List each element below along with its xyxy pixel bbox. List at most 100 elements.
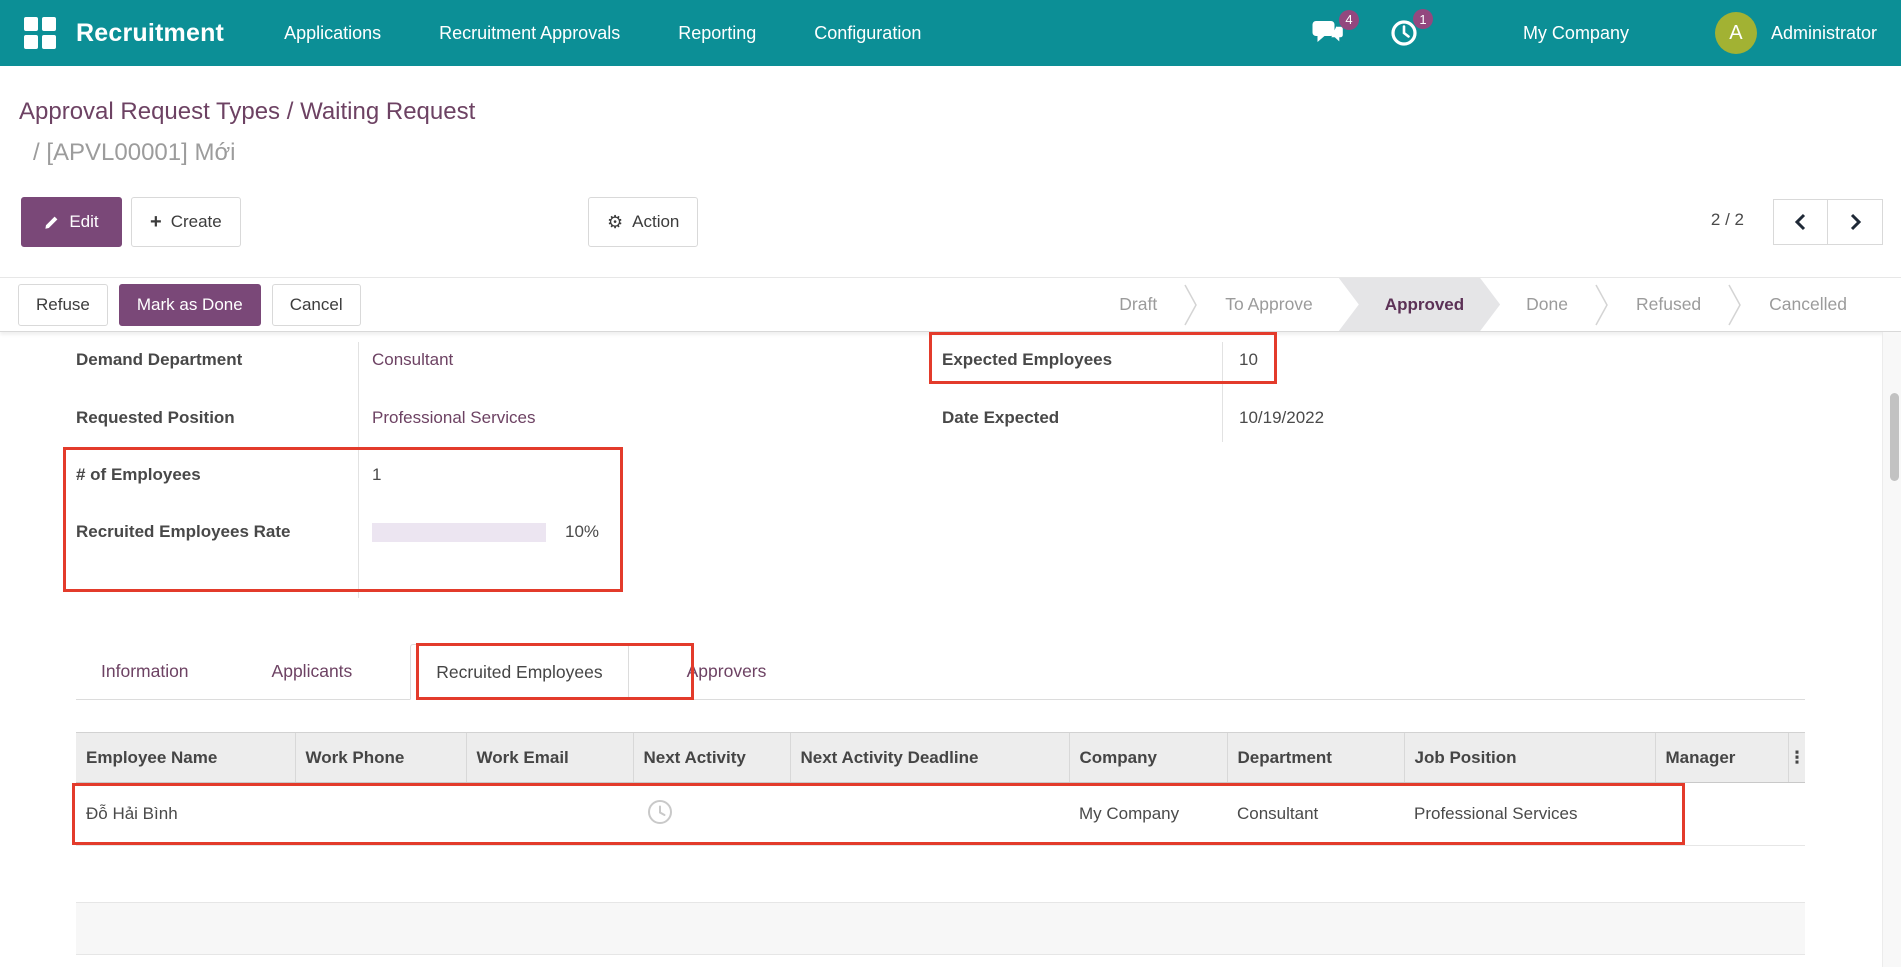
stage-to-approve[interactable]: To Approve xyxy=(1199,294,1339,315)
recruited-rate-progress: 10% xyxy=(372,514,599,550)
pager-previous-button[interactable] xyxy=(1773,199,1828,245)
pager-value[interactable]: 2 / 2 xyxy=(1711,210,1744,230)
expected-employees-value: 10 xyxy=(1239,342,1258,378)
chevron-left-icon xyxy=(1794,213,1807,231)
cell-employee-name: Đỗ Hải Bình xyxy=(76,783,295,846)
demand-department-value[interactable]: Consultant xyxy=(372,342,453,378)
pager xyxy=(1773,199,1883,245)
column-job-position[interactable]: Job Position xyxy=(1404,733,1655,783)
statusbar-buttons: Refuse Mark as Done Cancel xyxy=(18,284,361,326)
stage-done[interactable]: Done xyxy=(1500,294,1594,315)
column-next-activity[interactable]: Next Activity xyxy=(633,733,790,783)
top-navbar: Recruitment Applications Recruitment App… xyxy=(0,0,1901,66)
menu-applications[interactable]: Applications xyxy=(284,23,381,44)
create-button[interactable]: + Create xyxy=(131,197,241,247)
field-recruited-employees-rate: Recruited Employees Rate 10% xyxy=(76,514,599,550)
tab-approvers[interactable]: Approvers xyxy=(662,644,792,699)
messages-count-badge: 4 xyxy=(1339,10,1359,30)
user-name: Administrator xyxy=(1771,23,1877,44)
navbar-right: 4 1 My Company A Administrator xyxy=(1268,12,1877,54)
column-work-email[interactable]: Work Email xyxy=(466,733,633,783)
edit-button[interactable]: Edit xyxy=(21,197,122,247)
breadcrumb-waiting-request[interactable]: Waiting Request xyxy=(300,98,475,125)
statusbar: Refuse Mark as Done Cancel Draft To Appr… xyxy=(0,277,1901,332)
optional-columns-toggle-icon[interactable]: ⋮ xyxy=(1788,733,1805,783)
field-label: Expected Employees xyxy=(942,342,1177,378)
app-brand: Recruitment xyxy=(76,19,224,48)
messages-button[interactable]: 4 xyxy=(1312,19,1345,48)
field-requested-position: Requested Position Professional Services xyxy=(76,400,535,436)
recruited-rate-value: 10% xyxy=(565,514,599,550)
cell-job-position: Professional Services xyxy=(1404,783,1655,846)
date-expected-value: 10/19/2022 xyxy=(1239,400,1324,436)
apps-grid-icon[interactable] xyxy=(24,17,56,49)
plus-icon: + xyxy=(150,212,162,232)
cell-manager xyxy=(1655,783,1788,846)
table-row[interactable]: Đỗ Hải Bình My Company Consultant Profes… xyxy=(76,783,1805,846)
column-employee-name[interactable]: Employee Name xyxy=(76,733,295,783)
activities-count-badge: 1 xyxy=(1413,9,1433,29)
column-manager[interactable]: Manager xyxy=(1655,733,1788,783)
notebook-tabs: Information Applicants Recruited Employe… xyxy=(76,644,1805,700)
recruited-rate-bar-track xyxy=(372,523,546,542)
menu-recruitment-approvals[interactable]: Recruitment Approvals xyxy=(439,23,620,44)
field-label: Date Expected xyxy=(942,400,1177,436)
empty-row-striped xyxy=(76,903,1805,955)
menu-reporting[interactable]: Reporting xyxy=(678,23,756,44)
field-label: Recruited Employees Rate xyxy=(76,514,301,550)
stage-cancelled[interactable]: Cancelled xyxy=(1743,294,1873,315)
cell-company: My Company xyxy=(1069,783,1227,846)
stage-approved-active[interactable]: Approved xyxy=(1339,278,1500,331)
menu-configuration[interactable]: Configuration xyxy=(814,23,921,44)
field-label: Requested Position xyxy=(76,400,301,436)
cell-work-phone xyxy=(295,783,466,846)
clock-icon[interactable] xyxy=(647,799,673,825)
column-department[interactable]: Department xyxy=(1227,733,1404,783)
gear-icon: ⚙ xyxy=(607,213,623,231)
pager-next-button[interactable] xyxy=(1828,199,1883,245)
breadcrumb-approval-request-types[interactable]: Approval Request Types xyxy=(19,98,280,125)
mark-as-done-button[interactable]: Mark as Done xyxy=(119,284,261,326)
field-label: # of Employees xyxy=(76,457,301,493)
field-label: Demand Department xyxy=(76,342,301,378)
cell-department: Consultant xyxy=(1227,783,1404,846)
tab-recruited-employees[interactable]: Recruited Employees xyxy=(410,644,628,700)
field-date-expected: Date Expected 10/19/2022 xyxy=(942,400,1324,436)
user-avatar: A xyxy=(1715,12,1757,54)
recruitment-app-page: { "navbar": { "brand": "Recruitment", "m… xyxy=(0,0,1901,967)
stage-refused[interactable]: Refused xyxy=(1610,294,1727,315)
company-switcher[interactable]: My Company xyxy=(1523,23,1629,44)
control-panel: Edit + Create ⚙ Action 2 / 2 xyxy=(0,197,1901,247)
recruited-employees-table: Employee Name Work Phone Work Email Next… xyxy=(76,732,1805,955)
user-menu[interactable]: A Administrator xyxy=(1715,12,1877,54)
cell-next-activity xyxy=(633,783,790,846)
stage-separator xyxy=(1594,279,1610,331)
stage-draft[interactable]: Draft xyxy=(1093,294,1183,315)
refuse-button[interactable]: Refuse xyxy=(18,284,108,326)
column-work-phone[interactable]: Work Phone xyxy=(295,733,466,783)
number-of-employees-value: 1 xyxy=(372,457,381,493)
action-button[interactable]: ⚙ Action xyxy=(588,197,698,247)
stage-separator xyxy=(1727,279,1743,331)
chevron-right-icon xyxy=(1849,213,1862,231)
cell-work-email xyxy=(466,783,633,846)
field-demand-department: Demand Department Consultant xyxy=(76,342,453,378)
scrollbar-track[interactable] xyxy=(1882,332,1901,967)
cancel-button[interactable]: Cancel xyxy=(272,284,361,326)
requested-position-value[interactable]: Professional Services xyxy=(372,400,535,436)
stage-pipeline: Draft To Approve Approved Done Refused C… xyxy=(1093,278,1873,331)
scrollbar-thumb[interactable] xyxy=(1890,393,1899,481)
main-menu: Applications Recruitment Approvals Repor… xyxy=(284,23,921,44)
field-expected-employees: Expected Employees 10 xyxy=(942,342,1258,378)
stage-separator xyxy=(1183,279,1199,331)
activities-button[interactable]: 1 xyxy=(1389,18,1419,48)
breadcrumb-current: / [APVL00001] Mới xyxy=(33,139,475,167)
tab-information[interactable]: Information xyxy=(76,644,214,699)
breadcrumb: Approval Request Types / Waiting Request… xyxy=(19,98,475,167)
table-header-row: Employee Name Work Phone Work Email Next… xyxy=(76,733,1805,783)
column-company[interactable]: Company xyxy=(1069,733,1227,783)
tab-applicants[interactable]: Applicants xyxy=(247,644,378,699)
column-next-activity-deadline[interactable]: Next Activity Deadline xyxy=(790,733,1069,783)
empty-row xyxy=(76,846,1805,903)
breadcrumb-separator: / xyxy=(280,98,300,125)
